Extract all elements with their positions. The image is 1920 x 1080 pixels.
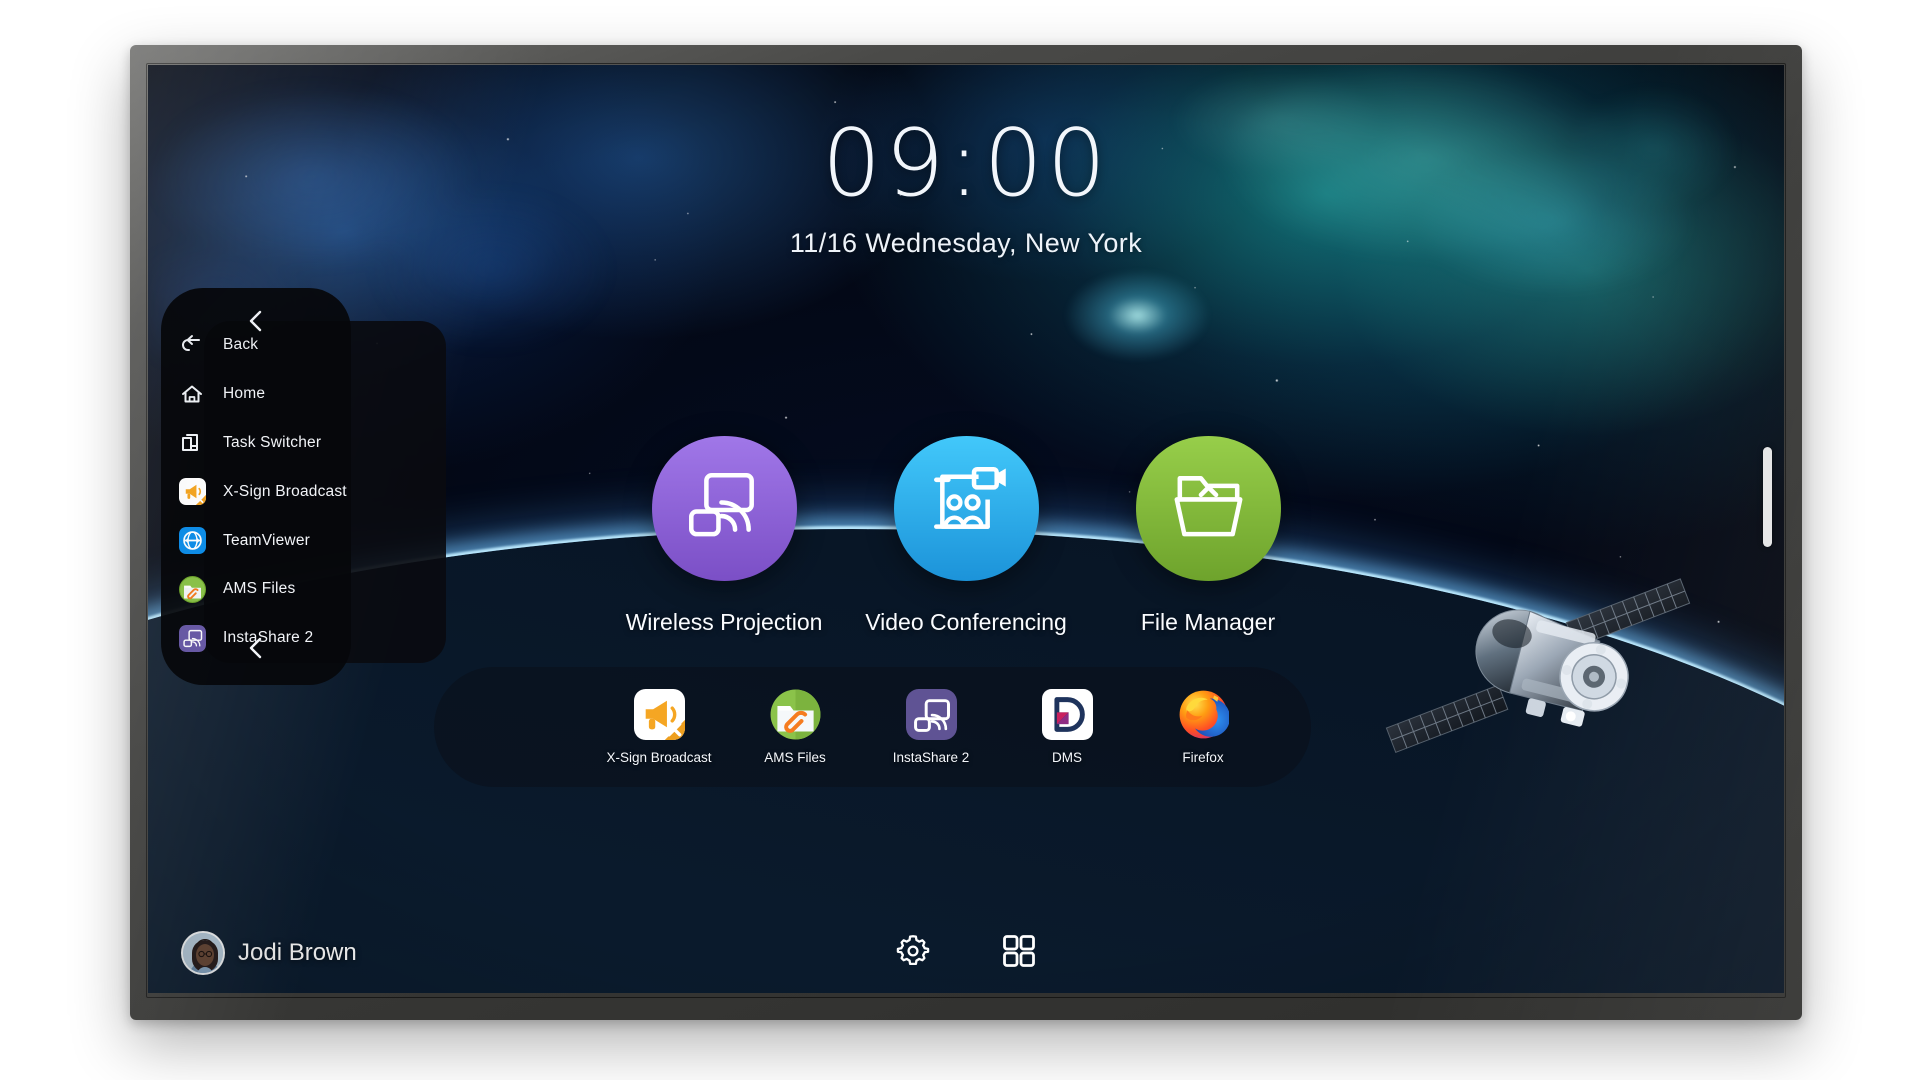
dock-app-instashare-2[interactable]: InstaShare 2	[883, 689, 979, 765]
tile-video-conferencing[interactable]: Video Conferencing	[865, 433, 1067, 636]
sidebar-item-teamviewer[interactable]: TeamViewer	[161, 516, 446, 565]
firefox-icon	[1179, 690, 1229, 739]
tile-wireless-projection[interactable]: Wireless Projection	[626, 433, 822, 636]
display-screen: 09:00 11/16 Wednesday, New York Back Hom…	[148, 65, 1784, 993]
x-sign-broadcast-icon	[633, 689, 685, 740]
dock-app-label: X-Sign Broadcast	[606, 750, 712, 765]
sidebar-item-x-sign-broadcast[interactable]: X-Sign Broadcast	[161, 467, 446, 516]
clock-widget: 09:00 11/16 Wednesday, New York	[148, 117, 1784, 259]
sidebar-item-label: AMS Files	[223, 580, 296, 598]
sidebar-menu: Back Home Task Switcher X-Sign Broadcast…	[161, 321, 446, 663]
teamviewer-icon	[161, 527, 223, 555]
grid-apps-icon	[1001, 933, 1037, 974]
tile-label: File Manager	[1140, 609, 1276, 635]
ams-files-icon	[161, 575, 223, 603]
instashare-icon	[161, 624, 223, 652]
all-apps-button[interactable]	[997, 931, 1041, 975]
settings-button[interactable]	[891, 931, 935, 975]
bottom-bar: Jodi Brown	[148, 917, 1784, 993]
sidebar-item-back[interactable]: Back	[161, 321, 446, 370]
dock-app-ams-files[interactable]: AMS Files	[747, 689, 843, 765]
sidebar-item-label: Task Switcher	[223, 433, 322, 451]
system-buttons	[148, 931, 1784, 975]
tile-file-manager[interactable]: File Manager	[1133, 433, 1284, 636]
page-root: 09:00 11/16 Wednesday, New York Back Hom…	[0, 0, 1920, 1080]
tile-label: Wireless Projection	[625, 609, 823, 635]
ams-files-icon	[770, 689, 820, 740]
back-arrow-icon	[161, 332, 223, 358]
dock-app-label: Firefox	[1182, 750, 1224, 765]
tile-label: Video Conferencing	[865, 609, 1067, 635]
tile-icon-shape	[649, 433, 800, 584]
dock-app-firefox[interactable]: Firefox	[1155, 689, 1251, 765]
sidebar-item-label: InstaShare 2	[223, 629, 314, 647]
dock-app-label: AMS Files	[764, 750, 826, 765]
task-switcher-icon	[161, 430, 223, 456]
home-icon	[161, 381, 223, 407]
dms-icon	[1041, 689, 1093, 740]
clock-date: 11/16 Wednesday, New York	[789, 228, 1143, 258]
sidebar-item-ams-files[interactable]: AMS Files	[161, 565, 446, 614]
display-bezel: 09:00 11/16 Wednesday, New York Back Hom…	[130, 45, 1802, 1020]
tile-icon-shape	[891, 433, 1042, 584]
dock-app-label: DMS	[1052, 750, 1082, 765]
page-scroll-indicator[interactable]	[1763, 447, 1772, 547]
app-dock: X-Sign Broadcast AMS Files InstaShare 2 …	[434, 667, 1311, 787]
sidebar-item-label: TeamViewer	[223, 531, 311, 549]
dock-app-x-sign-broadcast[interactable]: X-Sign Broadcast	[606, 689, 712, 765]
sidebar-item-label: Home	[223, 385, 266, 403]
dock-app-dms[interactable]: DMS	[1019, 689, 1115, 765]
sidebar-item-label: Back	[223, 336, 259, 354]
gear-icon	[894, 932, 932, 975]
clock-time: 09:00	[821, 109, 1110, 217]
sidebar-item-label: X-Sign Broadcast	[223, 482, 347, 500]
dock-app-label: InstaShare 2	[892, 750, 970, 765]
sidebar-item-home[interactable]: Home	[161, 370, 446, 419]
tile-icon-shape	[1133, 433, 1284, 584]
sidebar-item-task-switcher[interactable]: Task Switcher	[161, 419, 446, 468]
x-sign-broadcast-icon	[161, 478, 223, 506]
sidebar-item-instashare-2[interactable]: InstaShare 2	[161, 614, 446, 663]
instashare-icon	[905, 689, 957, 740]
